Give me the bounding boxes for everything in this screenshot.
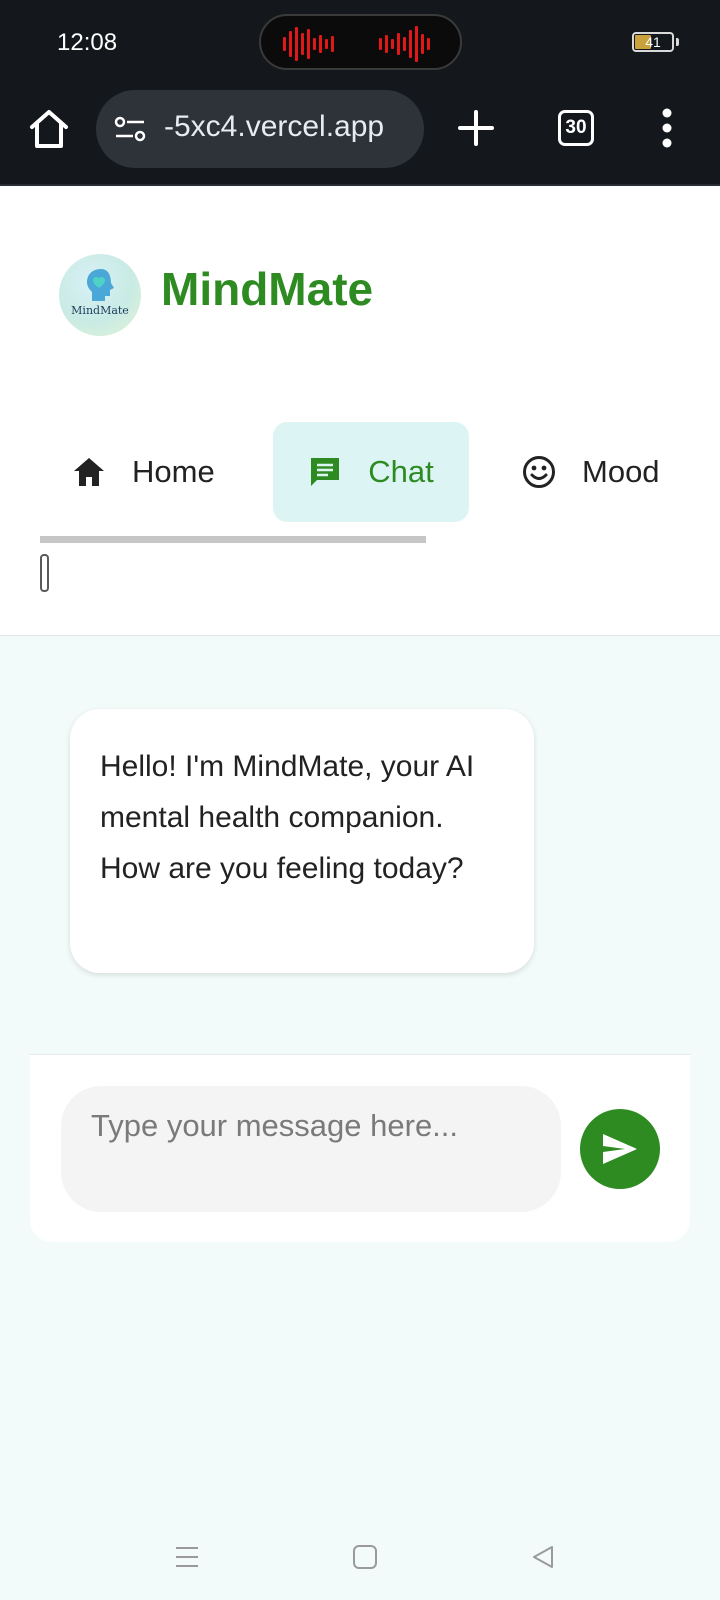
system-home-icon[interactable] <box>352 1544 378 1570</box>
system-nav-bar <box>0 1520 720 1600</box>
browser-toolbar: -5xc4.vercel.app 30 <box>0 84 720 186</box>
message-text: Hello! I'm MindMate, your AI mental heal… <box>100 750 475 885</box>
send-button[interactable] <box>580 1109 660 1189</box>
logo-text: MindMate <box>71 304 129 317</box>
battery-icon: 41 <box>632 32 674 52</box>
brand-title: MindMate <box>161 263 374 315</box>
more-vert-icon[interactable] <box>662 108 672 148</box>
recent-apps-icon[interactable] <box>174 1544 200 1570</box>
mind-heart-icon <box>87 269 114 301</box>
chat-icon <box>311 458 340 486</box>
message-composer <box>30 1054 690 1242</box>
message-input[interactable] <box>61 1086 561 1212</box>
battery-nub <box>676 38 679 46</box>
nav-item-mood[interactable]: Mood <box>522 422 660 522</box>
app-logo[interactable]: MindMate <box>59 254 141 336</box>
smiley-icon <box>523 456 555 488</box>
home-icon[interactable] <box>26 106 72 152</box>
new-tab-plus-icon[interactable] <box>456 108 496 148</box>
nav-scrollbar[interactable] <box>40 536 426 543</box>
nav-item-home[interactable]: Home <box>72 422 215 522</box>
scroll-handle[interactable] <box>40 554 49 592</box>
tab-switcher-icon[interactable]: 30 <box>558 110 594 146</box>
nav-item-label: Chat <box>368 454 434 489</box>
send-icon <box>603 1134 637 1164</box>
system-back-icon[interactable] <box>530 1544 556 1570</box>
status-bar: 12:08 41 <box>0 0 720 84</box>
battery-label: 41 <box>645 34 661 50</box>
main-nav: Home Chat Mood <box>0 422 720 522</box>
nav-item-chat[interactable]: Chat <box>273 422 469 522</box>
nav-item-label: Home <box>132 454 215 489</box>
nav-item-label: Mood <box>582 454 660 489</box>
bot-message-bubble: Hello! I'm MindMate, your AI mental heal… <box>70 709 534 973</box>
home-icon <box>74 458 104 486</box>
status-time: 12:08 <box>57 29 118 56</box>
address-bar[interactable]: -5xc4.vercel.app <box>96 90 424 168</box>
app-header: MindMate MindMate Home Chat Mood <box>0 186 720 636</box>
url-text: -5xc4.vercel.app <box>164 110 385 143</box>
audio-waveform-island <box>259 14 462 70</box>
site-settings-icon[interactable] <box>114 116 146 142</box>
